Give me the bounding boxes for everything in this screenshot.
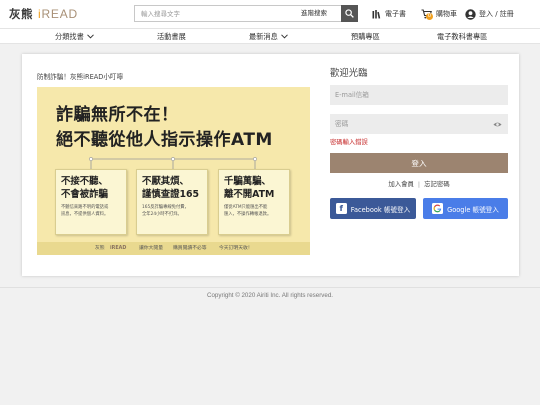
user-icon	[465, 8, 476, 20]
login-card: 防制詐騙！灰熊iREAD小叮嚀 詐騙無所不在！ 絕不聽從他人指示操作ATM 不接…	[22, 54, 519, 276]
cart-count-badge: 0	[426, 12, 433, 20]
join-member-link[interactable]: 加入會員	[388, 180, 414, 188]
link-separator: |	[417, 180, 421, 188]
login-button[interactable]: 登入	[330, 153, 508, 173]
nav-item-label: 分類找書	[55, 32, 84, 41]
tip-body: 僅從ATM只能匯出不能 匯入，不操作轉帳退款。	[224, 205, 272, 217]
nav-item-preorder[interactable]: 預購專區	[351, 29, 380, 44]
chevron-down-icon	[86, 34, 94, 39]
search-icon	[345, 9, 354, 18]
facebook-icon: f	[335, 203, 347, 214]
google-login-label: Google 帳號登入	[447, 205, 499, 214]
facebook-login-button[interactable]: f Facebook 帳號登入	[330, 198, 416, 219]
tip-title: 千騙萬騙、 離不開ATM	[224, 176, 275, 200]
nav-item-news[interactable]: 最新消息	[249, 29, 288, 44]
nav-item-label: 電子教科書專區	[437, 32, 488, 41]
banner-brand-en: iREAD	[110, 246, 127, 251]
google-icon	[432, 203, 444, 214]
fraud-warning-banner: 詐騙無所不在！ 絕不聽從他人指示操作ATM 不接不聽、 不會被詐騙 不聽信來路不…	[37, 87, 310, 255]
account-links: 加入會員 | 忘記密碼	[330, 179, 508, 188]
footer-divider	[0, 287, 540, 288]
site-header: 灰熊 iREAD 進階搜索 電子書 0 購物車 登入 / 註冊	[0, 0, 540, 28]
tip-body: 165反詐騙專線免付費， 全年24小時不打烊。	[142, 205, 189, 217]
login-register-label: 登入 / 註冊	[479, 10, 514, 18]
fraud-notice-title: 防制詐騙！灰熊iREAD小叮嚀	[37, 73, 124, 81]
cart-icon-wrap: 0	[421, 8, 433, 20]
search-bar: 進階搜索	[134, 5, 358, 22]
banner-slogan: 今天訂明天收！	[219, 246, 253, 251]
nav-item-label: 最新消息	[249, 32, 278, 41]
site-logo[interactable]: 灰熊 iREAD	[9, 6, 78, 22]
advanced-search-link[interactable]: 進階搜索	[301, 6, 341, 21]
cart-label: 購物車	[436, 10, 457, 18]
nav-item-label: 活動書展	[157, 32, 186, 41]
forgot-password-link[interactable]: 忘記密碼	[424, 180, 450, 188]
tip-body: 不聽信來路不明的電話或 訊息，不提供個人資料。	[61, 205, 109, 217]
nav-item-e-textbooks[interactable]: 電子教科書專區	[437, 29, 487, 44]
chevron-down-icon	[280, 34, 288, 39]
banner-brand-cn: 灰熊	[95, 246, 105, 251]
welcome-heading: 歡迎光臨	[330, 68, 368, 79]
tip-note-2: 不厭其煩、 謹慎查證165 165反詐騙專線免付費， 全年24小時不打烊。	[136, 169, 208, 235]
search-input[interactable]	[135, 6, 299, 21]
banner-slogan: 讓你大閱量	[139, 246, 163, 251]
email-field[interactable]	[330, 85, 508, 105]
banner-footer: 灰熊 iREAD 讓你大閱量 購買閱讀不必等 今天訂明天收！	[37, 242, 310, 255]
banner-subheadline: 絕不聽從他人指示操作ATM	[56, 130, 273, 150]
main-nav: 分類找書 活動書展 最新消息 預購專區 電子教科書專區	[0, 28, 540, 44]
tip-note-1: 不接不聽、 不會被詐騙 不聽信來路不明的電話或 訊息，不提供個人資料。	[55, 169, 127, 235]
banner-headline: 詐騙無所不在！	[56, 105, 179, 125]
ebook-label: 電子書	[385, 10, 406, 18]
nav-item-events[interactable]: 活動書展	[157, 29, 186, 44]
banner-slogan: 購買閱讀不必等	[173, 246, 207, 251]
logo-letters-read: READ	[41, 7, 79, 21]
eye-icon[interactable]	[493, 120, 502, 129]
ebook-link[interactable]: 電子書	[372, 7, 406, 21]
search-button[interactable]	[341, 5, 358, 22]
tip-note-3: 千騙萬騙、 離不開ATM 僅從ATM只能匯出不能 匯入，不操作轉帳退款。	[218, 169, 290, 235]
copyright-text: Copyright © 2020 Airiti Inc. All rights …	[207, 292, 333, 299]
google-login-button[interactable]: Google 帳號登入	[423, 198, 508, 219]
login-register-link[interactable]: 登入 / 註冊	[465, 7, 514, 21]
logo-chinese-name: 灰熊	[9, 7, 33, 21]
nav-item-categories[interactable]: 分類找書	[55, 29, 94, 44]
password-error-message: 密碼輸入錯誤	[330, 139, 368, 146]
password-field[interactable]	[330, 114, 508, 134]
tip-title: 不厭其煩、 謹慎查證165	[142, 176, 200, 200]
nav-item-label: 預購專區	[351, 32, 380, 41]
cart-link[interactable]: 0 購物車	[421, 7, 457, 21]
tip-title: 不接不聽、 不會被詐騙	[61, 176, 108, 200]
facebook-login-label: Facebook 帳號登入	[350, 205, 411, 214]
library-icon	[372, 9, 381, 19]
logo-english-name: iREAD	[38, 7, 78, 21]
